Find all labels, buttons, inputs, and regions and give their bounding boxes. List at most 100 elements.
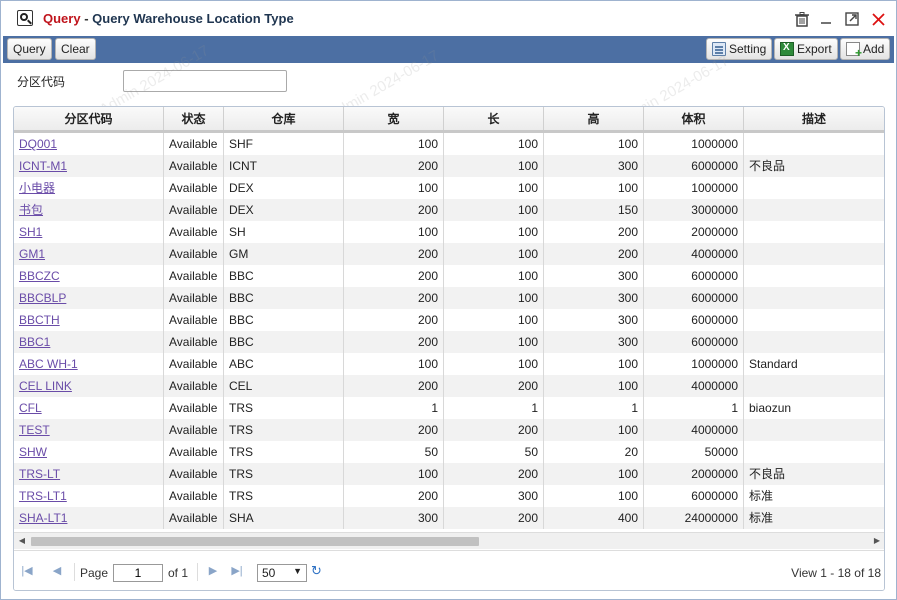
zone-code-link[interactable]: BBCZC	[14, 265, 164, 287]
cell-status: Available	[164, 265, 224, 287]
zone-code-link[interactable]: CFL	[14, 397, 164, 419]
column-header-volume[interactable]: 体积	[644, 107, 744, 130]
cell-status: Available	[164, 309, 224, 331]
column-header-width[interactable]: 宽	[344, 107, 444, 130]
zone-code-link[interactable]: TEST	[14, 419, 164, 441]
table-row[interactable]: TEST Available TRS 200 200 100 4000000	[14, 419, 884, 441]
zone-code-link[interactable]: 书包	[14, 199, 164, 221]
table-row[interactable]: 书包 Available DEX 200 100 150 3000000	[14, 199, 884, 221]
close-icon[interactable]	[869, 10, 887, 28]
last-page-icon[interactable]: ▶|	[230, 563, 244, 579]
cell-warehouse: BBC	[224, 287, 344, 309]
cell-length: 100	[444, 177, 544, 199]
next-page-icon[interactable]: ▶	[206, 563, 220, 579]
cell-description	[744, 133, 884, 155]
column-header-status[interactable]: 状态	[164, 107, 224, 130]
cell-length: 100	[444, 199, 544, 221]
cell-warehouse: TRS	[224, 397, 344, 419]
cell-description	[744, 331, 884, 353]
zone-code-link[interactable]: 小电器	[14, 177, 164, 199]
page-size-value: 50	[262, 566, 276, 580]
setting-button[interactable]: Setting	[706, 38, 773, 60]
add-button[interactable]: Add	[840, 38, 891, 60]
pager: |◀ ◀ Page of 1 ▶ ▶| 50 ▼ ↻ View 1 - 18 o…	[14, 550, 884, 590]
table-row[interactable]: BBC1 Available BBC 200 100 300 6000000	[14, 331, 884, 353]
cell-description: biaozun	[744, 397, 884, 419]
table-row[interactable]: 小电器 Available DEX 100 100 100 1000000	[14, 177, 884, 199]
table-row[interactable]: SHA-LT1 Available SHA 300 200 400 24000000 标准	[14, 507, 884, 529]
zone-code-input[interactable]	[123, 70, 287, 92]
zone-code-link[interactable]: CEL LINK	[14, 375, 164, 397]
column-header-warehouse[interactable]: 仓库	[224, 107, 344, 130]
zone-code-link[interactable]: ABC WH-1	[14, 353, 164, 375]
table-row[interactable]: CEL LINK Available CEL 200 200 100 4000000	[14, 375, 884, 397]
table-row[interactable]: ICNT-M1 Available ICNT 200 100 300 6000000 不良品	[14, 155, 884, 177]
table-row[interactable]: BBCTH Available BBC 200 100 300 6000000	[14, 309, 884, 331]
zone-code-link[interactable]: ICNT-M1	[14, 155, 164, 177]
cell-height: 400	[544, 507, 644, 529]
cell-status: Available	[164, 375, 224, 397]
cell-volume: 4000000	[644, 419, 744, 441]
trash-icon[interactable]	[793, 10, 811, 28]
query-button[interactable]: Query	[7, 38, 52, 60]
export-button-label: Export	[797, 42, 832, 56]
zone-code-link[interactable]: SHW	[14, 441, 164, 463]
cell-length: 100	[444, 243, 544, 265]
clear-button[interactable]: Clear	[55, 38, 96, 60]
page-input[interactable]	[113, 564, 163, 582]
cell-length: 100	[444, 221, 544, 243]
table-row[interactable]: CFL Available TRS 1 1 1 1 biaozun	[14, 397, 884, 419]
column-header-zone-code[interactable]: 分区代码	[14, 107, 164, 130]
maximize-icon[interactable]	[843, 10, 861, 28]
cell-width: 200	[344, 331, 444, 353]
cell-length: 100	[444, 287, 544, 309]
minimize-icon[interactable]	[817, 10, 835, 28]
prev-page-icon[interactable]: ◀	[50, 563, 64, 579]
zone-code-link[interactable]: SH1	[14, 221, 164, 243]
cell-status: Available	[164, 397, 224, 419]
title-main: Query Warehouse Location Type	[92, 11, 294, 26]
cell-height: 100	[544, 177, 644, 199]
table-row[interactable]: DQ001 Available SHF 100 100 100 1000000	[14, 133, 884, 155]
export-button[interactable]: Export	[774, 38, 838, 60]
cell-height: 300	[544, 331, 644, 353]
column-header-length[interactable]: 长	[444, 107, 544, 130]
zone-code-link[interactable]: GM1	[14, 243, 164, 265]
zone-code-link[interactable]: BBCTH	[14, 309, 164, 331]
zone-code-link[interactable]: DQ001	[14, 133, 164, 155]
table-row[interactable]: SHW Available TRS 50 50 20 50000	[14, 441, 884, 463]
horizontal-scrollbar[interactable]: ◀ ▶	[14, 532, 884, 549]
table-row[interactable]: SH1 Available SH 100 100 200 2000000	[14, 221, 884, 243]
cell-volume: 24000000	[644, 507, 744, 529]
cell-length: 100	[444, 265, 544, 287]
scroll-right-icon[interactable]: ▶	[872, 536, 882, 546]
cell-volume: 2000000	[644, 221, 744, 243]
table-row[interactable]: ABC WH-1 Available ABC 100 100 100 1000000 Stan…	[14, 353, 884, 375]
zone-code-link[interactable]: SHA-LT1	[14, 507, 164, 529]
table-row[interactable]: BBCBLP Available BBC 200 100 300 6000000	[14, 287, 884, 309]
add-icon	[846, 42, 862, 60]
page-size-select[interactable]: 50 ▼	[257, 564, 307, 582]
cell-height: 100	[544, 353, 644, 375]
table-row[interactable]: BBCZC Available BBC 200 100 300 6000000	[14, 265, 884, 287]
table-row[interactable]: TRS-LT1 Available TRS 200 300 100 6000000 标准	[14, 485, 884, 507]
table-row[interactable]: GM1 Available GM 200 100 200 4000000	[14, 243, 884, 265]
table-row[interactable]: TRS-LT Available TRS 100 200 100 2000000 不良品	[14, 463, 884, 485]
cell-width: 200	[344, 375, 444, 397]
cell-description	[744, 441, 884, 463]
zone-code-link[interactable]: BBC1	[14, 331, 164, 353]
zone-code-link[interactable]: TRS-LT	[14, 463, 164, 485]
scroll-left-icon[interactable]: ◀	[17, 536, 27, 546]
zone-code-link[interactable]: BBCBLP	[14, 287, 164, 309]
cell-warehouse: TRS	[224, 485, 344, 507]
refresh-icon[interactable]: ↻	[311, 564, 325, 578]
cell-height: 150	[544, 199, 644, 221]
cell-length: 200	[444, 375, 544, 397]
cell-height: 200	[544, 243, 644, 265]
zone-code-link[interactable]: TRS-LT1	[14, 485, 164, 507]
column-header-height[interactable]: 高	[544, 107, 644, 130]
first-page-icon[interactable]: |◀	[20, 563, 34, 579]
scrollbar-thumb[interactable]	[31, 537, 479, 546]
column-header-description[interactable]: 描述	[744, 107, 884, 130]
cell-width: 200	[344, 155, 444, 177]
